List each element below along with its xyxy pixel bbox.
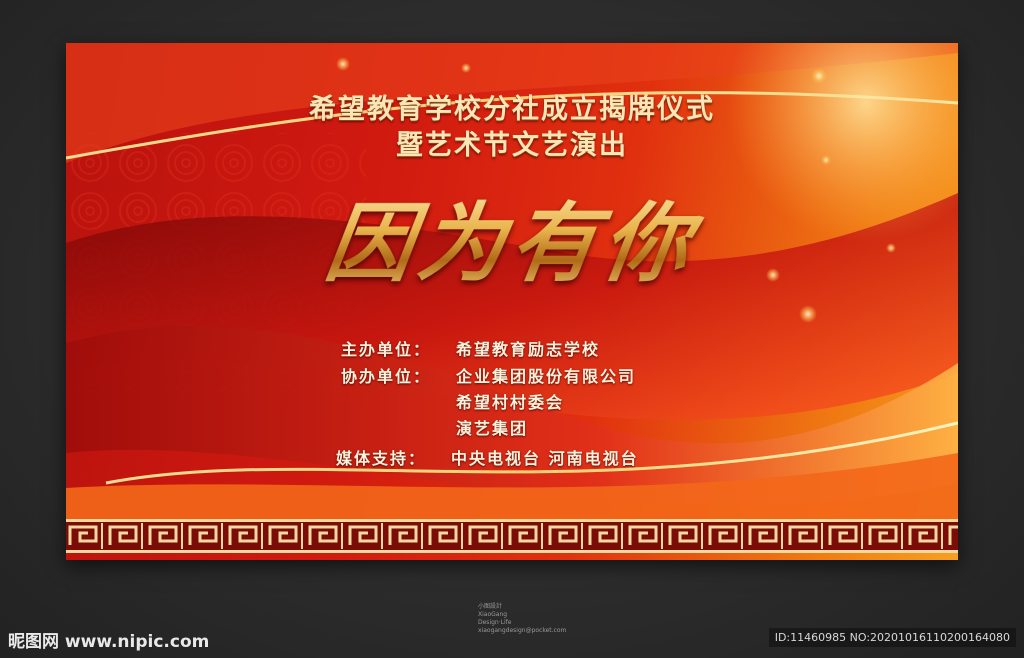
co-organizer: 希望村村委会 xyxy=(456,393,565,412)
poster: 希望教育学校分社成立揭牌仪式 暨艺术节文艺演出 因为有你 主办单位： 希望教育励… xyxy=(66,43,958,560)
site-logo-text: 昵图网 www.nipic.com xyxy=(8,631,210,652)
site-logo[interactable]: 昵图网 www.nipic.com xyxy=(0,620,328,658)
media-support: 中央电视台 河南电视台 xyxy=(451,449,639,468)
sparkle xyxy=(336,57,350,71)
sparkle xyxy=(811,68,827,84)
co-organizer: 企业集团股份有限公司 xyxy=(456,367,637,386)
image-id-badge: ID:11460985 NO:20201016110200164080 xyxy=(768,628,1016,647)
fret-border xyxy=(66,519,958,553)
event-title: 希望教育学校分社成立揭牌仪式 xyxy=(309,94,715,125)
studio-name-en: XiaoGang xyxy=(478,611,508,618)
organizer: 希望教育励志学校 xyxy=(456,340,601,359)
studio-name: 小图設計 xyxy=(478,603,503,610)
media-label: 媒体支持： xyxy=(336,449,427,468)
studio-url: xiaogangdesign@pocket.com xyxy=(478,627,567,634)
sparkle xyxy=(461,63,471,73)
calligraphy-slogan: 因为有你 xyxy=(66,173,958,298)
studio-tagline: Design·Life xyxy=(478,619,512,626)
co-organizer-label: 协办单位： xyxy=(341,367,432,386)
sparkle xyxy=(799,305,817,323)
event-subtitle: 暨艺术节文艺演出 xyxy=(396,130,628,161)
organizer-label: 主办单位： xyxy=(341,340,432,359)
co-organizer: 演艺集团 xyxy=(456,419,529,438)
studio-watermark: 小图設計 XiaoGang Design·Life xiaogangdesign… xyxy=(474,600,567,638)
